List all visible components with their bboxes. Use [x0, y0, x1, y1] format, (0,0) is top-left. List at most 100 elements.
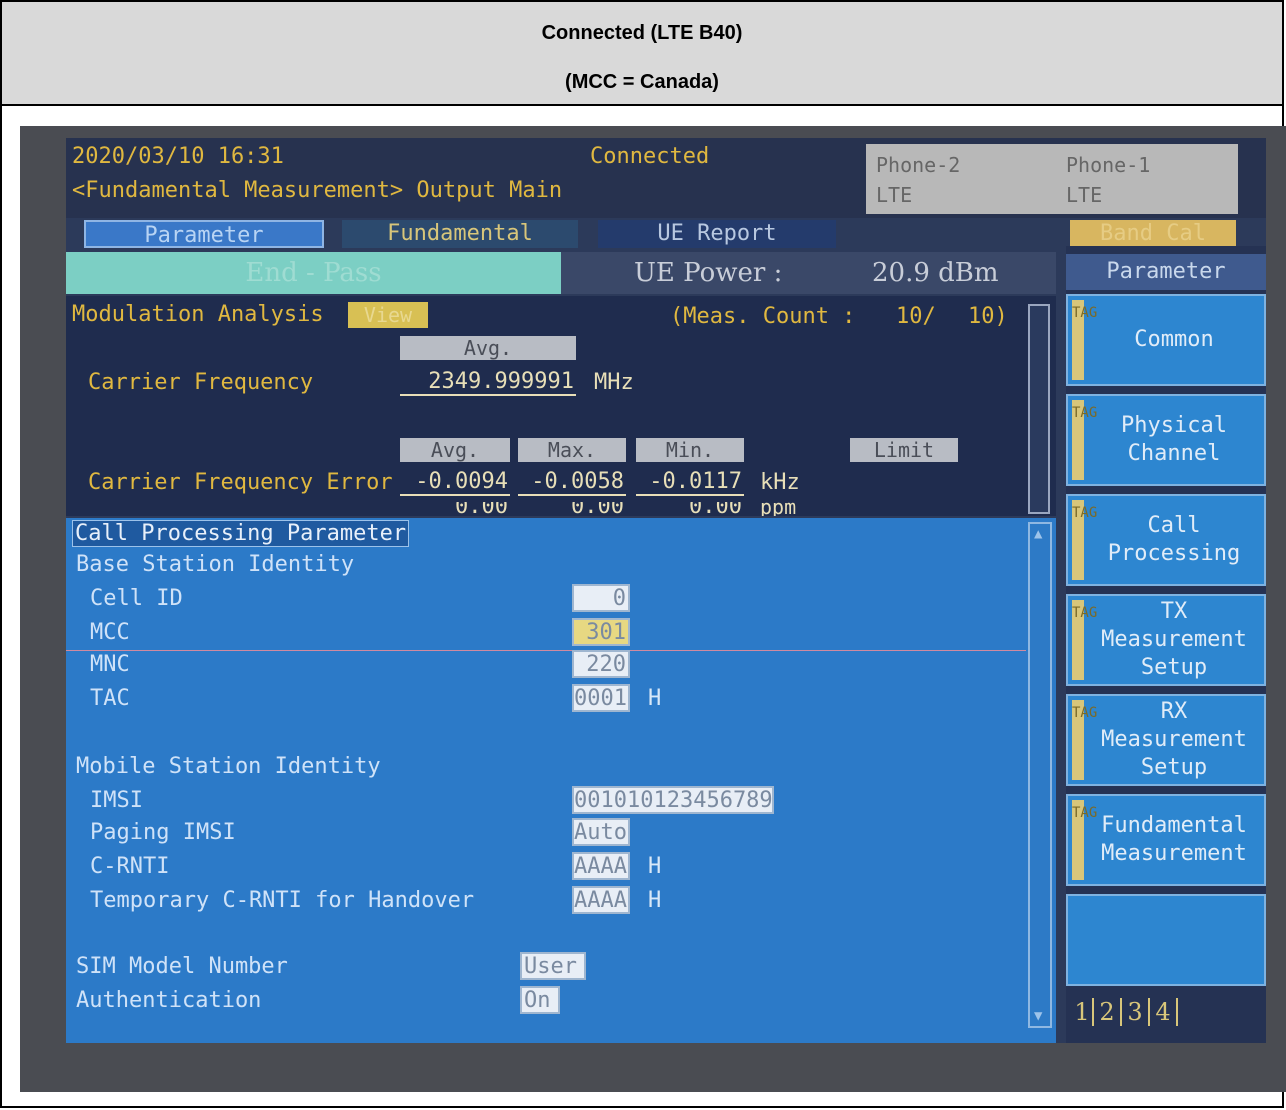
temp-c-rnti-unit: H [648, 888, 662, 913]
tab-parameter[interactable]: Parameter [84, 220, 324, 248]
mnc-field[interactable]: 220 [572, 650, 630, 678]
sim-model-label: SIM Model Number [76, 954, 288, 979]
call-processing-scrollbar[interactable]: ▲ ▼ [1028, 522, 1052, 1028]
imsi-label: IMSI [90, 788, 143, 813]
carrier-frequency-unit: MHz [594, 370, 634, 395]
mobile-station-identity-heading: Mobile Station Identity [76, 754, 381, 779]
cfe-max: -0.0058 [518, 468, 626, 496]
tac-field[interactable]: 0001 [572, 684, 630, 712]
ue-power-value: 20.9 dBm [872, 258, 999, 288]
tag-marker: TAG [1072, 500, 1097, 580]
caption-title: Connected (LTE B40) [541, 22, 743, 44]
temp-c-rnti-label: Temporary C-RNTI for Handover [90, 888, 475, 913]
limit-col-header: Limit [850, 438, 958, 462]
modulation-analysis-panel: Modulation Analysis View (Meas. Count : … [66, 296, 1056, 516]
mcc-field[interactable]: 301 [572, 618, 630, 646]
instrument-screen: 2020/03/10 16:31 Connected <Fundamental … [66, 138, 1266, 1043]
phone-2-system: LTE [876, 183, 913, 207]
right-panel-header: Parameter [1066, 254, 1266, 290]
caption-subtitle: (MCC = Canada) [565, 71, 719, 93]
meas-count-label: (Meas. Count : [670, 304, 856, 329]
paging-imsi-label: Paging IMSI [90, 820, 236, 845]
mnc-label: MNC [90, 652, 130, 677]
tac-label: TAC [90, 686, 130, 711]
base-station-identity-heading: Base Station Identity [76, 552, 355, 577]
tag-marker: TAG [1072, 600, 1097, 680]
fundamental-measurement-button[interactable]: TAG Fundamental Measurement [1066, 794, 1266, 886]
cfe-label: Carrier Frequency Error [88, 470, 393, 495]
band-cal-button[interactable]: Band Cal [1070, 220, 1236, 248]
empty-softkey[interactable] [1066, 894, 1266, 986]
tag-marker: TAG [1072, 300, 1097, 380]
imsi-field[interactable]: 001010123456789 [572, 786, 774, 814]
phone-1-status[interactable]: Phone-1 LTE [1056, 144, 1238, 214]
call-processing-panel: Call Processing Parameter Base Station I… [66, 518, 1056, 1043]
page-2-button[interactable]: 2 [1094, 998, 1122, 1026]
screen-title: <Fundamental Measurement> Output Main [72, 178, 563, 203]
call-processing-button[interactable]: TAG Call Processing [1066, 494, 1266, 586]
phone-2-status[interactable]: Phone-2 LTE [866, 144, 1056, 214]
screen-header: 2020/03/10 16:31 Connected <Fundamental … [66, 138, 1266, 218]
modulation-scrollbar[interactable] [1028, 304, 1050, 514]
right-panel: Parameter TAG Common TAG Physical Channe… [1066, 246, 1266, 1043]
common-button-label: Common [1134, 327, 1214, 352]
measurement-status: End - Pass UE Power : 20.9 dBm [66, 252, 1056, 294]
tag-marker: TAG [1072, 700, 1097, 780]
phone-1-system: LTE [1066, 183, 1103, 207]
call-processing-button-label: Call Processing [1107, 513, 1241, 566]
fundamental-measurement-button-label: Fundamental Measurement [1101, 813, 1247, 866]
scroll-down-icon[interactable]: ▼ [1034, 1008, 1042, 1024]
sim-model-field[interactable]: User [520, 952, 586, 980]
tag-marker: TAG [1072, 400, 1097, 480]
authentication-label: Authentication [76, 988, 262, 1013]
tab-ue-report[interactable]: UE Report [598, 220, 836, 248]
temp-c-rnti-field[interactable]: AAAA [572, 886, 630, 914]
physical-channel-button[interactable]: TAG Physical Channel [1066, 394, 1266, 486]
rx-measurement-setup-button-label: RX Measurement Setup [1101, 699, 1247, 780]
page-selector: 1234 [1072, 998, 1178, 1026]
page-1-button[interactable]: 1 [1072, 998, 1094, 1026]
scroll-up-icon[interactable]: ▲ [1034, 526, 1042, 542]
tag-marker: TAG [1072, 800, 1097, 880]
min-col-header: Min. [636, 438, 744, 462]
view-button[interactable]: View [348, 302, 428, 328]
ppm-max: 0.00 [571, 502, 624, 516]
cfe-unit: kHz [760, 470, 800, 495]
avg-col-header: Avg. [400, 438, 510, 462]
meas-count-total: 10) [968, 304, 1008, 329]
call-processing-title: Call Processing Parameter [72, 520, 410, 547]
phone-2-name: Phone-2 [876, 153, 961, 177]
ppm-min: 0.00 [689, 502, 742, 516]
ppm-unit: ppm [760, 502, 797, 516]
common-button[interactable]: TAG Common [1066, 294, 1266, 386]
max-col-header: Max. [518, 438, 626, 462]
instrument-photo: 2020/03/10 16:31 Connected <Fundamental … [20, 126, 1286, 1092]
carrier-frequency-label: Carrier Frequency [88, 370, 314, 395]
tab-fundamental[interactable]: Fundamental [342, 220, 578, 248]
tab-bar: Parameter Fundamental UE Report Band Cal [66, 220, 1266, 248]
meas-count-done: 10/ [896, 304, 936, 329]
ppm-avg: 0.00 [455, 502, 508, 516]
phone-1-name: Phone-1 [1066, 153, 1151, 177]
modulation-title: Modulation Analysis [72, 302, 324, 327]
c-rnti-label: C-RNTI [90, 854, 170, 879]
caption-box: Connected (LTE B40) (MCC = Canada) [2, 2, 1282, 106]
connection-state: Connected [590, 144, 710, 169]
authentication-field[interactable]: On [520, 986, 560, 1014]
ue-power-label: UE Power : [634, 258, 783, 288]
mcc-label: MCC [90, 620, 130, 645]
pass-indicator: End - Pass [66, 252, 561, 294]
tx-measurement-setup-button-label: TX Measurement Setup [1101, 599, 1247, 680]
cfe-avg: -0.0094 [400, 468, 510, 496]
page-4-button[interactable]: 4 [1150, 998, 1178, 1026]
c-rnti-field[interactable]: AAAA [572, 852, 630, 880]
c-rnti-unit: H [648, 854, 662, 879]
cell-id-field[interactable]: 0 [572, 584, 630, 612]
carrier-frequency-value: 2349.999991 [400, 368, 576, 396]
tx-measurement-setup-button[interactable]: TAG TX Measurement Setup [1066, 594, 1266, 686]
page-3-button[interactable]: 3 [1122, 998, 1150, 1026]
rx-measurement-setup-button[interactable]: TAG RX Measurement Setup [1066, 694, 1266, 786]
cursor-line [66, 650, 1026, 651]
cfe-min: -0.0117 [636, 468, 744, 496]
paging-imsi-field[interactable]: Auto [572, 818, 630, 846]
